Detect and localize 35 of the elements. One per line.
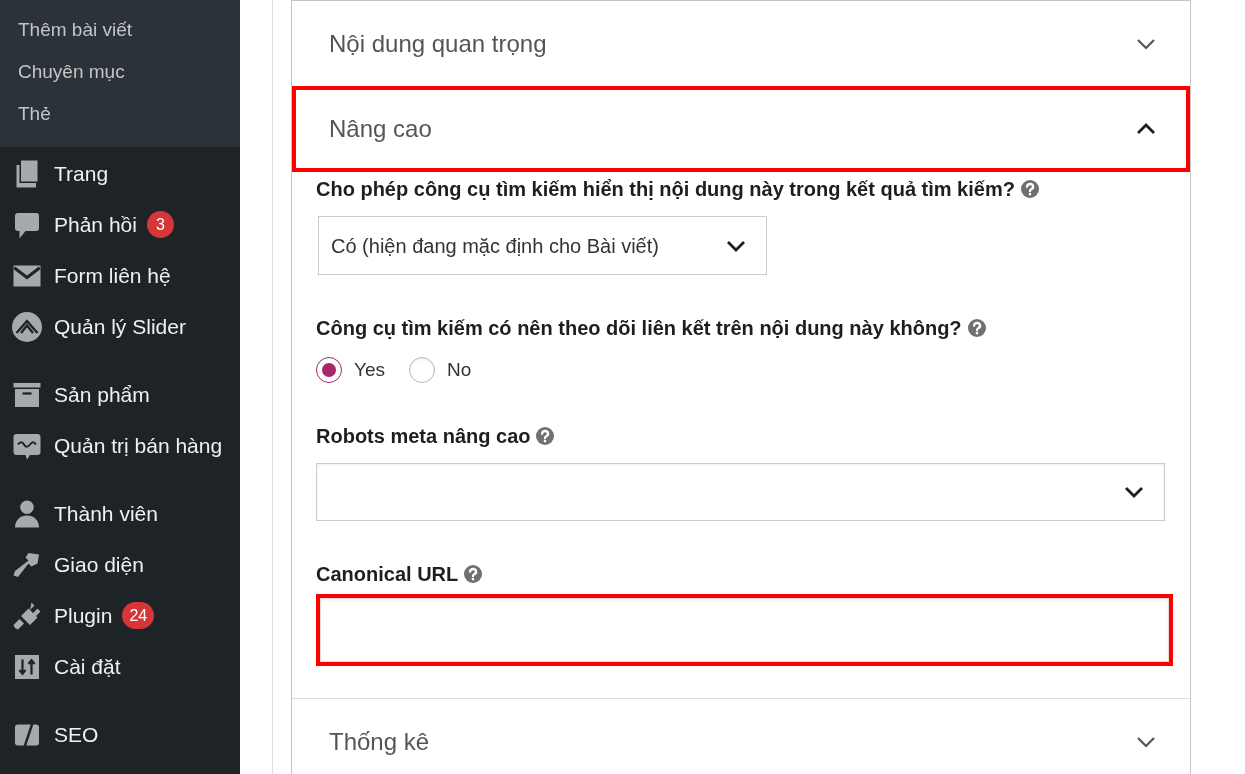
sidebar-item[interactable]: Giao diện	[0, 539, 240, 590]
sidebar-item[interactable]: SEO	[0, 709, 240, 760]
sidebar-item[interactable]: Cài đặt	[0, 641, 240, 692]
sidebar-item[interactable]: Form liên hệ	[0, 250, 240, 301]
sidebar-item[interactable]: Sản phẩm	[0, 369, 240, 420]
count-badge: 24	[122, 602, 155, 629]
sidebar-item[interactable]: Quản trị bán hàng	[0, 420, 240, 471]
radio-button[interactable]	[316, 357, 342, 383]
plug-icon	[12, 600, 42, 631]
text-input[interactable]	[316, 594, 1173, 666]
sidebar-item[interactable]: Thành viên	[0, 488, 240, 539]
field-label: Robots meta nâng cao	[316, 424, 531, 449]
chevron-down-icon	[1136, 735, 1156, 748]
submenu-item[interactable]: Thẻ	[0, 93, 240, 135]
submenu-item[interactable]: Chuyên mục	[0, 51, 240, 93]
chevron-down-icon	[726, 239, 746, 252]
chevron-down-icon	[1136, 37, 1156, 50]
radio-label: Yes	[354, 357, 385, 382]
accordion-header[interactable]: Nâng cao	[292, 86, 1190, 172]
radio-label: No	[447, 357, 472, 382]
chevron-down-icon	[1124, 486, 1144, 498]
mountain-logo-icon	[12, 311, 42, 342]
sidebar-item[interactable]: Phản hồi 3	[0, 199, 240, 250]
user-icon	[12, 498, 42, 529]
field-label: Canonical URL	[316, 562, 459, 587]
count-badge: 3	[146, 211, 174, 238]
sidebar-item[interactable]: Quản lý Slider	[0, 301, 240, 352]
field-label: Công cụ tìm kiếm có nên theo dõi liên kết trên nội dung này không?	[316, 316, 962, 341]
dropdown[interactable]: Có (hiện đang mặc định cho Bài viết)	[318, 216, 767, 275]
submenu-item[interactable]: Thêm bài viết	[0, 9, 240, 51]
sidebar-item[interactable]: Trang	[0, 148, 240, 199]
chevron-up-icon	[1136, 123, 1156, 135]
radio-button[interactable]	[409, 357, 435, 383]
sidebar-item[interactable]: Plugin 24	[0, 590, 240, 641]
field-label: Cho phép công cụ tìm kiếm hiển thị nội dung này trong kết quả tìm kiếm?	[316, 177, 1015, 202]
